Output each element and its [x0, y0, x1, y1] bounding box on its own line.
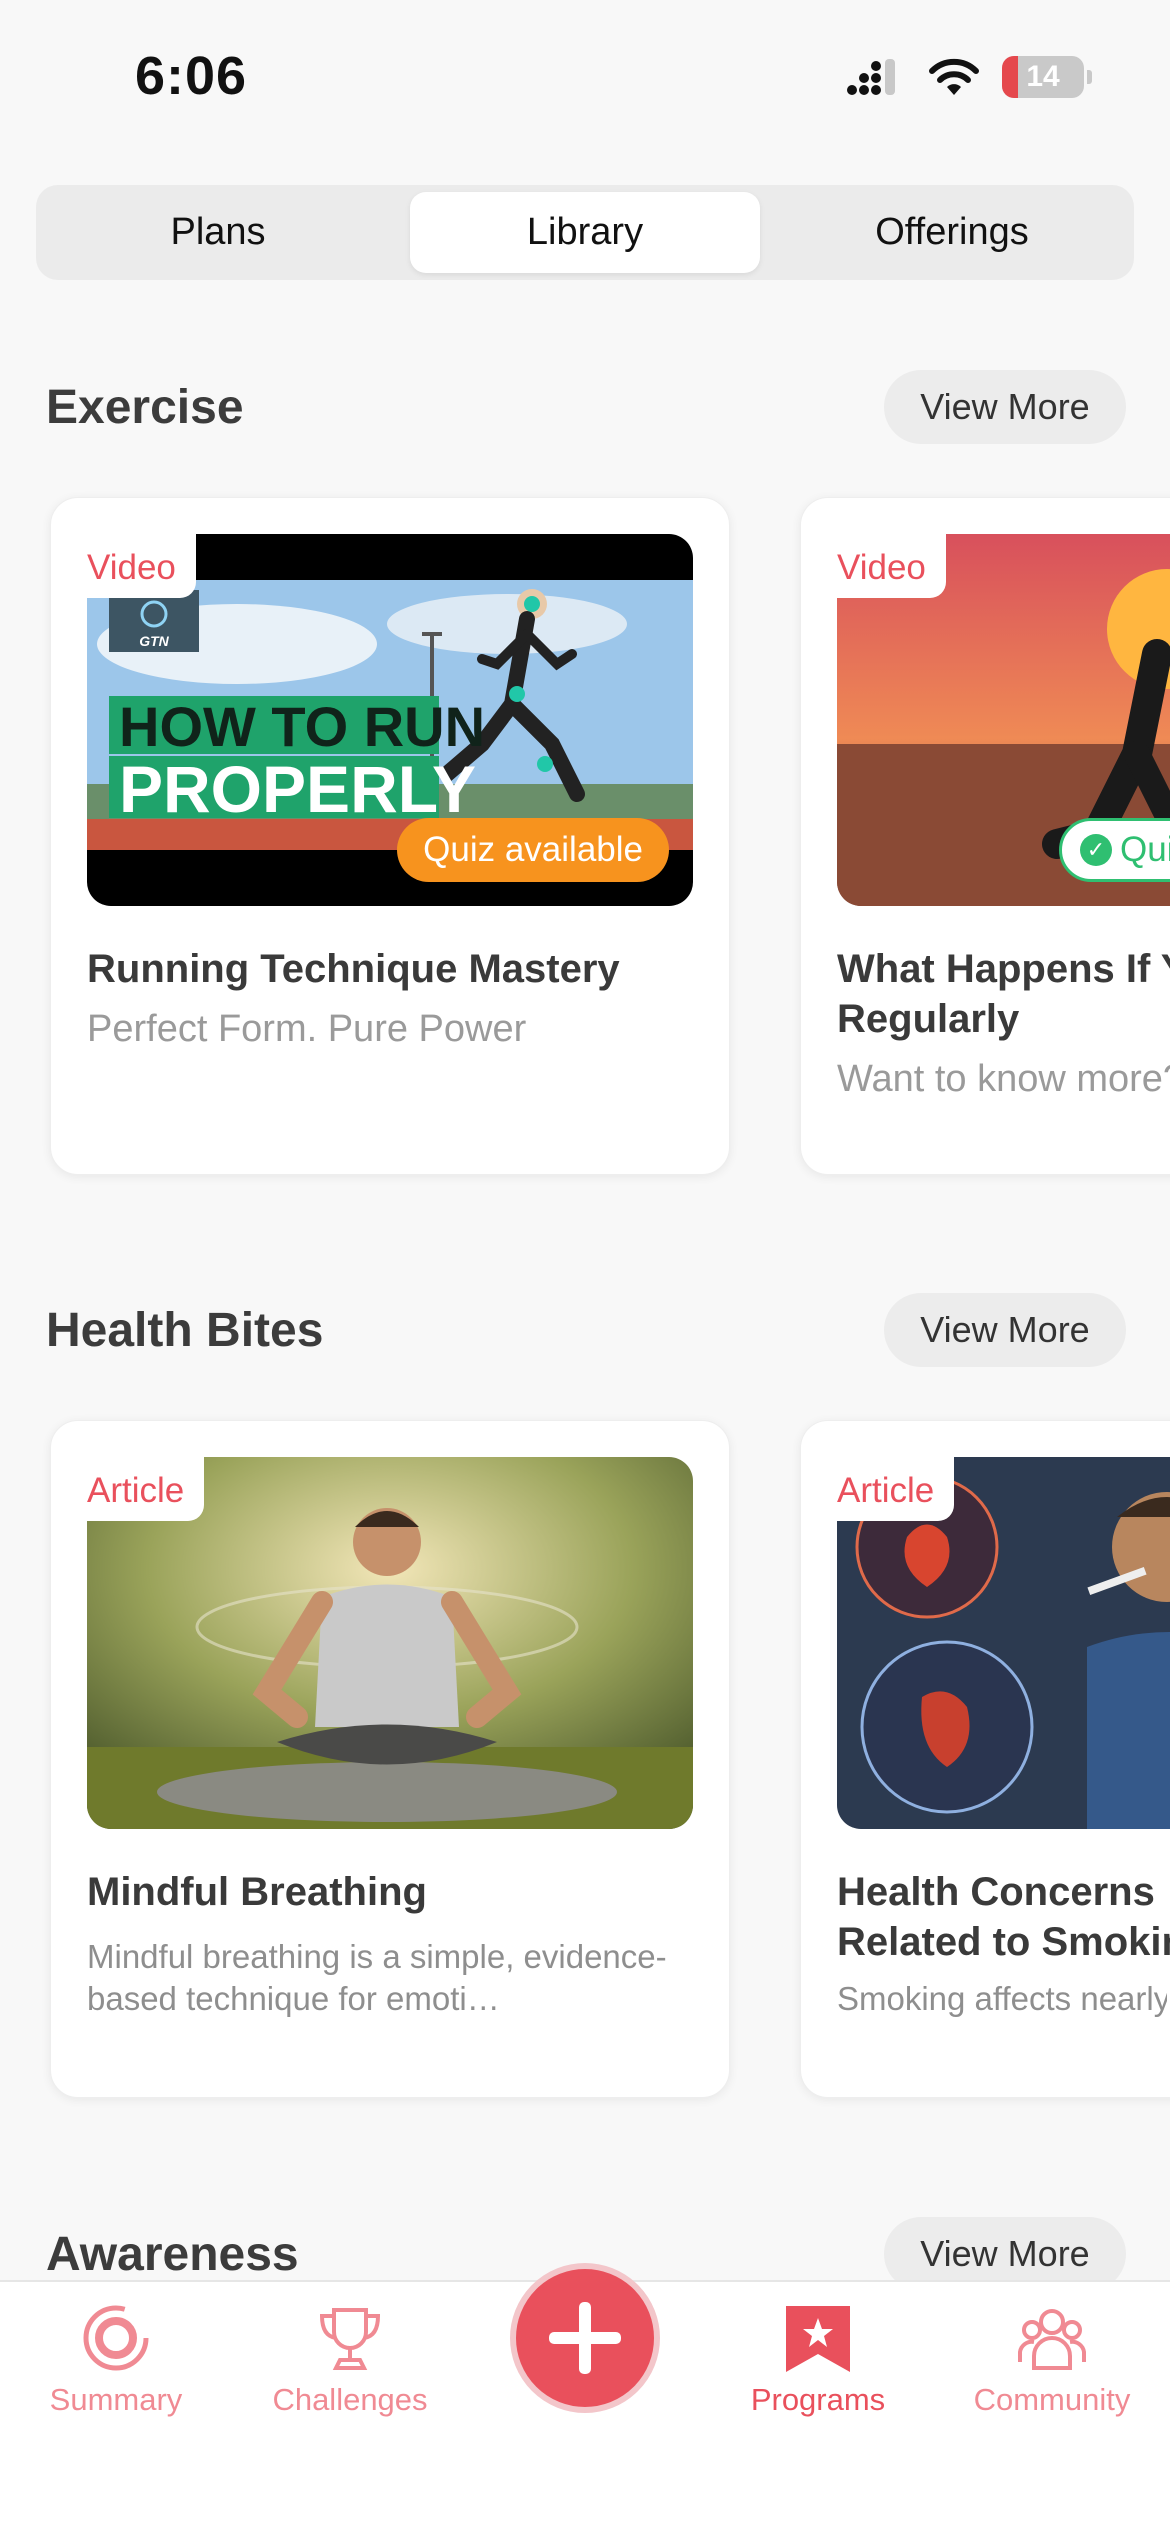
tab-label: Programs [750, 2382, 886, 2417]
tab-label: Challenges [272, 2382, 428, 2417]
tab-challenges[interactable]: Challenges [255, 2302, 445, 2418]
segment-plans[interactable]: Plans [43, 192, 393, 273]
quiz-available-badge: Quiz available [397, 818, 669, 882]
check-icon: ✓ [1080, 834, 1112, 866]
bookmark-star-icon [786, 2306, 850, 2372]
content-card-smoking[interactable]: Article Health Concerns Related to Smoki… [800, 1420, 1170, 2098]
content-type-tag: Article [837, 1457, 955, 1521]
card-description: Smoking affects nearly every organ in th… [837, 1980, 1167, 2017]
trophy-icon [319, 2308, 381, 2370]
section-title: Health Bites [46, 1304, 324, 1357]
plus-icon [549, 2302, 621, 2374]
view-more-button[interactable]: View More [884, 1293, 1126, 1367]
content-card-mindful-breathing[interactable]: Article Mindful Breathing Mindful breath… [50, 1420, 730, 2098]
quiz-label: Quiz [1120, 830, 1170, 869]
thumb-headline-line1: HOW TO RUN [119, 695, 485, 758]
card-title: What Happens If You Exercise Regularly [837, 947, 1170, 1041]
section-header-health-bites: Health Bites View More [46, 1293, 1126, 1369]
thumb-headline-line2: PROPERLY [119, 752, 476, 826]
content-type-tag: Article [87, 1457, 205, 1521]
add-button[interactable] [510, 2263, 660, 2413]
section-title: Awareness [46, 2228, 299, 2281]
cellular-signal-icon [847, 59, 895, 95]
battery-icon: 14 [1002, 56, 1084, 98]
card-title: Health Concerns Related to Smoking [837, 1870, 1170, 1964]
card-subtitle: Want to know more? [837, 1058, 1170, 1100]
battery-level: 14 [1026, 60, 1060, 93]
segment-offerings[interactable]: Offerings [777, 192, 1127, 273]
tab-label: Summary [49, 2382, 183, 2417]
tab-community[interactable]: Community [957, 2302, 1147, 2418]
card-title: Running Technique Mastery [87, 947, 620, 991]
status-time: 6:06 [135, 46, 248, 106]
content-card-running[interactable]: GTN HOW TO RUN PROPERLY Quiz available V… [50, 497, 730, 1175]
summary-ring-icon [83, 2305, 149, 2371]
view-more-button[interactable]: View More [884, 370, 1126, 444]
quiz-completed-badge: ✓ Quiz [1059, 818, 1170, 882]
status-bar: 6:06 14 [0, 0, 1170, 150]
tab-programs[interactable]: Programs [723, 2302, 913, 2418]
segment-library[interactable]: Library [410, 192, 760, 273]
tab-summary[interactable]: Summary [21, 2302, 211, 2418]
section-title: Exercise [46, 381, 244, 434]
status-icons: 14 [846, 56, 1092, 98]
wifi-icon [929, 58, 979, 95]
card-title: Mindful Breathing [87, 1870, 427, 1914]
content-type-tag: Video [837, 534, 946, 598]
library-segmented-control: Plans Library Offerings [36, 185, 1134, 280]
card-description: Mindful breathing is a simple, evidence-… [87, 1938, 667, 2017]
section-header-exercise: Exercise View More [46, 370, 1126, 446]
people-icon [1018, 2309, 1086, 2370]
content-type-tag: Video [87, 534, 196, 598]
card-subtitle: Perfect Form. Pure Power [87, 1008, 527, 1050]
thumb-logo-text: GTN [139, 633, 169, 649]
tab-label: Community [973, 2382, 1131, 2417]
content-card-exercise-regularly[interactable]: ✓ Quiz Video What Happens If You Exercis… [800, 497, 1170, 1175]
